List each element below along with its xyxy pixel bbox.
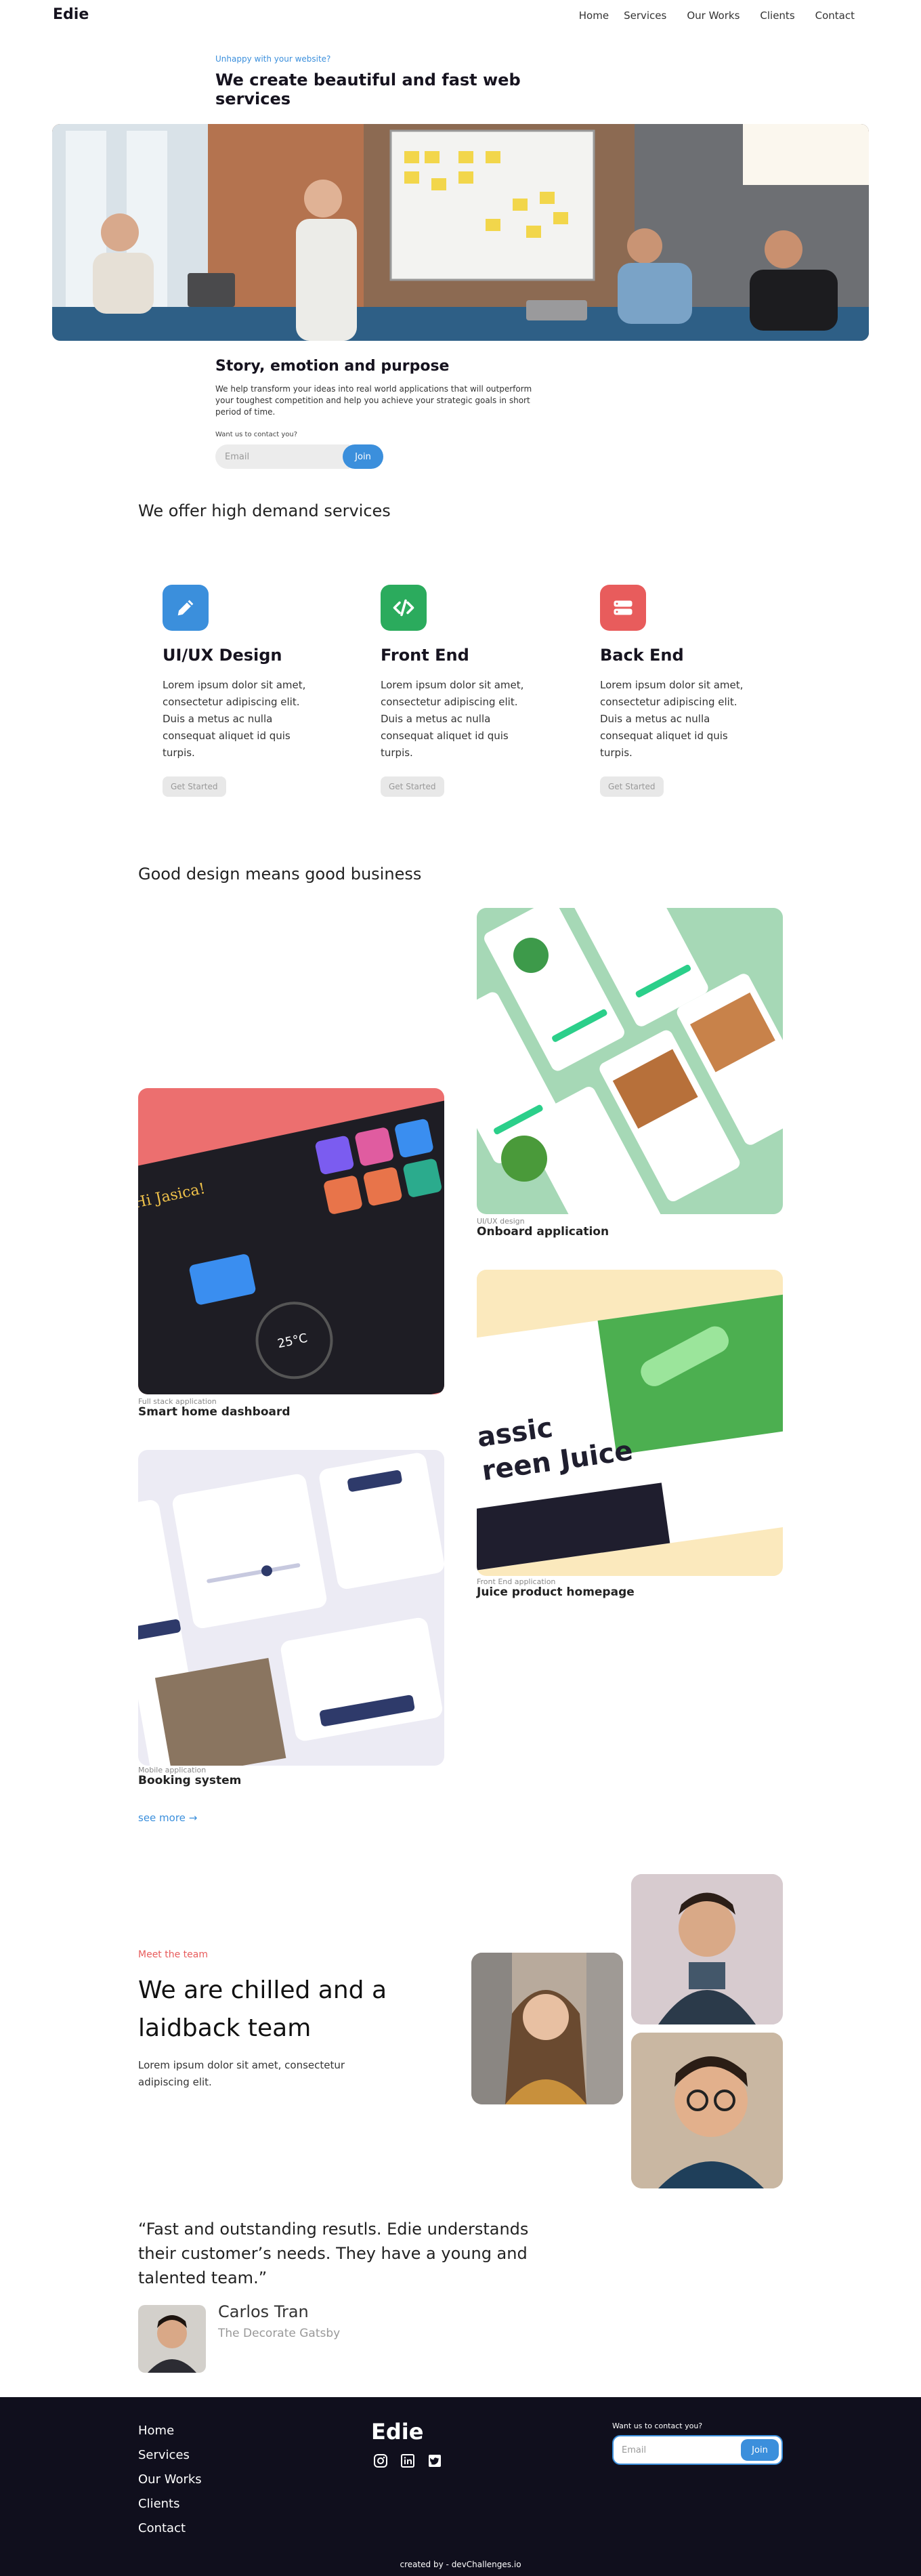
team-text: Lorem ipsum dolor sit amet, consectetur … [138, 2059, 345, 2088]
service-card-uiux: UI/UX Design Lorem ipsum dolor sit amet,… [163, 585, 318, 797]
see-more-link[interactable]: see more → [138, 1812, 197, 1824]
hero-contact-form: Email Join [215, 444, 383, 469]
nav-link-contact[interactable]: Contact [815, 9, 855, 22]
footer-email-input[interactable]: Email [614, 2445, 741, 2455]
footer-link-our-works[interactable]: Our Works [138, 2468, 202, 2492]
footer-contact-form: Email Join [612, 2435, 783, 2465]
card-name[interactable]: Juice product homepage [477, 1585, 635, 1599]
service-text: Lorem ipsum dolor sit amet, consectetur … [381, 679, 524, 759]
footer-link-contact[interactable]: Contact [138, 2516, 202, 2541]
credit-suffix[interactable]: - devChallenges.io [446, 2560, 521, 2569]
service-text: Lorem ipsum dolor sit amet, consectetur … [600, 679, 744, 759]
twitter-icon[interactable] [425, 2451, 444, 2470]
portfolio-title: Good design means good business [138, 865, 422, 884]
footer: Home Services Our Works Clients Contact … [0, 2397, 921, 2576]
service-card-frontend: Front End Lorem ipsum dolor sit amet, co… [381, 585, 536, 797]
get-started-button[interactable]: Get Started [381, 776, 444, 797]
services-title: We offer high demand services [138, 501, 391, 520]
social-links [371, 2451, 444, 2470]
get-started-button[interactable]: Get Started [163, 776, 226, 797]
footer-contact-label: Want us to contact you? [612, 2422, 703, 2430]
testimonial-name: Carlos Tran [218, 2302, 309, 2321]
smart-home-image[interactable]: 25°C Hi Jasica! [138, 1088, 444, 1394]
nav-links: Home Services Our Works Clients Contact [579, 9, 855, 22]
credit-prefix: created by [400, 2560, 444, 2569]
nav-link-clients[interactable]: Clients [760, 9, 794, 22]
code-icon [381, 585, 427, 631]
linkedin-icon[interactable] [398, 2451, 417, 2470]
team-title: We are chilled and a laidback team [138, 1976, 387, 2042]
hero-email-input[interactable]: Email [215, 444, 349, 469]
footer-link-clients[interactable]: Clients [138, 2492, 202, 2516]
team-eyebrow: Meet the team [138, 1949, 208, 1960]
juice-homepage-image[interactable]: assic reen Juice [477, 1270, 783, 1576]
instagram-icon[interactable] [371, 2451, 390, 2470]
nav-link-our-works[interactable]: Our Works [687, 9, 740, 22]
hero-join-button[interactable]: Join [343, 444, 383, 469]
story-title: Story, emotion and purpose [215, 358, 450, 375]
nav-link-services[interactable]: Services [624, 9, 666, 22]
hero-eyebrow: Unhappy with your website? [215, 54, 331, 64]
team-photo-man-glasses [631, 2033, 783, 2188]
service-name: Front End [381, 646, 469, 665]
hero-team-photo [52, 124, 869, 341]
footer-join-button[interactable]: Join [741, 2439, 779, 2461]
onboard-app-image[interactable] [477, 908, 783, 1214]
service-text: Lorem ipsum dolor sit amet, consectetur … [163, 679, 306, 759]
card-name[interactable]: Onboard application [477, 1225, 609, 1239]
footer-credit: created by - devChallenges.io [0, 2560, 921, 2569]
server-icon [600, 585, 646, 631]
footer-logo[interactable]: Edie [371, 2419, 423, 2445]
arrow-right-icon: → [188, 1812, 198, 1824]
footer-links: Home Services Our Works Clients Contact [138, 2419, 202, 2541]
card-name[interactable]: Smart home dashboard [138, 1405, 291, 1419]
story-text: We help transform your ideas into real w… [215, 384, 532, 417]
booking-system-image[interactable] [138, 1450, 444, 1766]
nav-link-home[interactable]: Home [579, 9, 609, 22]
contact-label: Want us to contact you? [215, 431, 298, 438]
team-photo-man-scarf [631, 1874, 783, 2024]
testimonial-role: The Decorate Gatsby [218, 2327, 341, 2340]
get-started-button[interactable]: Get Started [600, 776, 664, 797]
service-name: Back End [600, 646, 684, 665]
logo[interactable]: Edie [53, 6, 89, 23]
see-more-label: see more [138, 1812, 186, 1824]
team-photo-woman [471, 1953, 623, 2104]
footer-link-services[interactable]: Services [138, 2443, 202, 2468]
footer-link-home[interactable]: Home [138, 2419, 202, 2443]
testimonial-quote: “Fast and outstanding resutls. Edie unde… [138, 2220, 529, 2287]
service-card-backend: Back End Lorem ipsum dolor sit amet, con… [600, 585, 756, 797]
pencil-icon [163, 585, 209, 631]
hero-title: We create beautiful and fast web service… [215, 70, 521, 108]
top-navbar: Edie Home Services Our Works Clients Con… [0, 0, 921, 31]
testimonial-avatar [138, 2305, 206, 2373]
service-name: UI/UX Design [163, 646, 282, 665]
card-name[interactable]: Booking system [138, 1774, 241, 1787]
